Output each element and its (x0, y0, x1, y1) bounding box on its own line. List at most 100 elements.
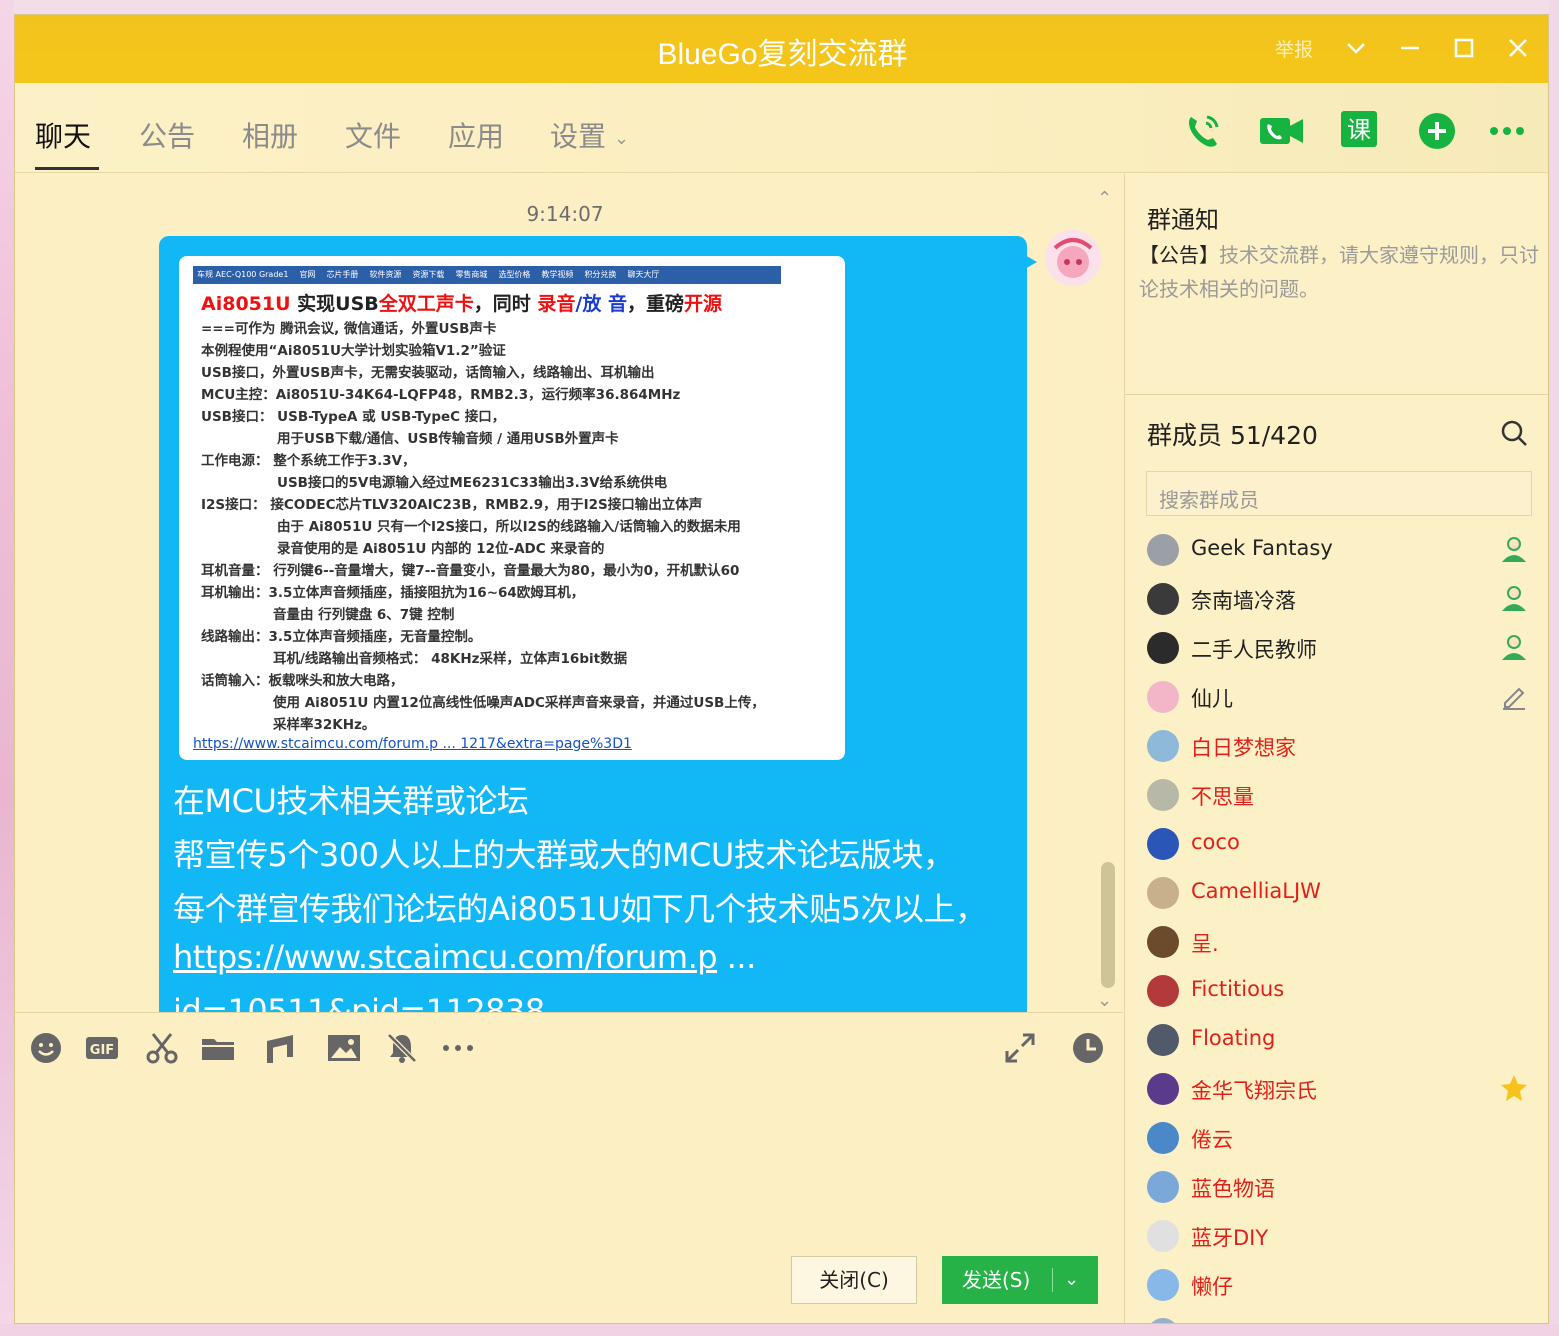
member-name: 不思量 (1191, 785, 1254, 809)
message-link-line[interactable]: https://www.stcaimcu.com/forum.p ... (173, 938, 756, 976)
tab-album[interactable]: 相册 (242, 115, 298, 155)
preview-text-line: 线路输出：3.5立体声音频插座，无音量控制。 (201, 629, 482, 645)
preview-text-line: 耳机音量： 行列键6--音量增大，键7--音量变小，音量最大为80，最小为0，开… (201, 563, 740, 579)
member-list-item[interactable]: 呈. (1147, 922, 1547, 962)
preview-text-line: 使用 Ai8051U 内置12位高线性低噪声ADC采样声音来录音，并通过USB上… (273, 695, 765, 711)
member-list-item[interactable]: 蓝牙DIY (1147, 1216, 1547, 1256)
tab-apps[interactable]: 应用 (448, 115, 504, 155)
avatar[interactable] (1147, 730, 1179, 762)
member-list-item[interactable]: 蓝色物语 (1147, 1167, 1547, 1207)
video-call-icon[interactable] (1259, 111, 1303, 151)
avatar[interactable] (1147, 1269, 1179, 1301)
lesson-icon[interactable]: 课 (1341, 111, 1381, 151)
avatar[interactable] (1045, 230, 1101, 286)
search-icon[interactable] (1499, 418, 1529, 448)
nav-item: 零售商城 (455, 270, 488, 279)
preview-text-line: 本例程使用“Ai8051U大学计划实验箱V1.2”验证 (201, 343, 506, 359)
emoji-icon[interactable] (29, 1031, 63, 1065)
avatar[interactable] (1147, 632, 1179, 664)
avatar[interactable] (1147, 583, 1179, 615)
phone-icon[interactable] (1183, 111, 1223, 151)
avatar[interactable] (1147, 975, 1179, 1007)
scroll-down-icon[interactable]: ⌄ (1097, 990, 1112, 1011)
send-button[interactable]: 发送(S) ⌄ (942, 1256, 1098, 1304)
member-list-item[interactable]: 仙儿 (1147, 677, 1547, 717)
add-app-icon[interactable] (1417, 111, 1457, 151)
message-input[interactable]: 关闭(C) 发送(S) ⌄ (15, 1082, 1123, 1323)
message-link-line[interactable]: id=10511&pid=112838 (173, 992, 545, 1012)
avatar[interactable] (1147, 1171, 1179, 1203)
music-icon[interactable] (263, 1031, 297, 1065)
tab-files[interactable]: 文件 (345, 115, 401, 155)
close-button[interactable]: 关闭(C) (791, 1256, 917, 1304)
preview-text-line: 音量由 行列键盘 6、7键 控制 (273, 607, 455, 623)
title-bar[interactable]: BlueGo复刻交流群 举报 (15, 15, 1548, 83)
group-notice[interactable]: 【公告】技术交流群，请大家遵守规则，只讨论技术相关的问题。 (1139, 238, 1539, 306)
button-separator (1052, 1268, 1053, 1292)
message-bubble[interactable]: 车规 AEC-Q100 Grade1 官网 芯片手册 软件资源 资源下载 零售商… (159, 236, 1027, 1012)
member-list-item[interactable]: 白日梦想家 (1147, 726, 1547, 766)
message-link[interactable]: https://www.stcaimcu.com/forum.p (173, 938, 718, 976)
member-list-item[interactable]: 奈南墙冷落 (1147, 579, 1547, 619)
maximize-icon[interactable] (1449, 33, 1479, 63)
message-text-line: 在MCU技术相关群或论坛 (173, 782, 529, 820)
chat-message-area[interactable]: 9:14:07 车规 AEC-Q100 Grade1 官网 芯片手册 软件资源 … (15, 174, 1123, 1012)
avatar[interactable] (1147, 828, 1179, 860)
member-name: 懒仔 (1191, 1275, 1233, 1299)
mute-bell-icon[interactable] (385, 1031, 419, 1065)
close-icon[interactable] (1503, 33, 1533, 63)
preview-title: Ai8051U 实现USB全双工声卡，同时 录音/放 音，重磅开源 (201, 293, 723, 315)
member-list-item[interactable]: 金华飞翔宗氏 (1147, 1069, 1547, 1109)
scroll-up-icon[interactable]: ⌃ (1097, 188, 1112, 209)
avatar[interactable] (1147, 1073, 1179, 1105)
member-name: 蓝色物语 (1191, 1177, 1275, 1201)
member-list-item[interactable]: 二手人民教师 (1147, 628, 1547, 668)
member-list-item[interactable]: Geek Fantasy (1147, 530, 1547, 570)
avatar[interactable] (1147, 1220, 1179, 1252)
active-tab-indicator (35, 167, 99, 170)
message-text-line: 帮宣传5个300人以上的大群或大的MCU技术论坛版块， (173, 836, 955, 874)
composer-toolbar: GIF (15, 1012, 1123, 1082)
more-icon[interactable] (1487, 111, 1527, 151)
member-list-item[interactable]: 萝卜 (1147, 1314, 1547, 1323)
group-chat-window: BlueGo复刻交流群 举报 聊天 公告 相册 文件 应用 设置 ⌄ 课 9:1… (14, 14, 1549, 1324)
chat-scrollbar[interactable] (1101, 862, 1115, 988)
avatar[interactable] (1147, 1024, 1179, 1056)
member-list-item[interactable]: 倦云 (1147, 1118, 1547, 1158)
member-list-item[interactable]: Floating (1147, 1020, 1547, 1060)
expand-icon[interactable] (1003, 1031, 1037, 1065)
avatar[interactable] (1147, 1318, 1179, 1323)
member-list-item[interactable]: Fictitious (1147, 971, 1547, 1011)
more-dots-icon[interactable] (441, 1031, 475, 1065)
scissors-icon[interactable] (145, 1031, 179, 1065)
avatar[interactable] (1147, 534, 1179, 566)
report-button[interactable]: 举报 (1275, 35, 1313, 62)
image-icon[interactable] (327, 1031, 361, 1065)
minimize-icon[interactable] (1395, 33, 1425, 63)
history-clock-icon[interactable] (1071, 1031, 1105, 1065)
tab-chat[interactable]: 聊天 (35, 115, 91, 155)
avatar[interactable] (1147, 681, 1179, 713)
gif-icon[interactable]: GIF (85, 1031, 119, 1065)
preview-link[interactable]: https://www.stcaimcu.com/forum.p ... 121… (193, 736, 632, 752)
avatar[interactable] (1147, 1122, 1179, 1154)
member-list-item[interactable]: 懒仔 (1147, 1265, 1547, 1305)
chevron-down-icon[interactable] (1341, 33, 1371, 63)
avatar[interactable] (1147, 779, 1179, 811)
nav-item: 芯片手册 (326, 270, 359, 279)
folder-icon[interactable] (201, 1031, 235, 1065)
send-options-chevron-icon[interactable]: ⌄ (1064, 1256, 1079, 1304)
avatar[interactable] (1147, 926, 1179, 958)
member-list-item[interactable]: 不思量 (1147, 775, 1547, 815)
nav-item: 选型价格 (498, 270, 531, 279)
bubble-tail (1023, 254, 1037, 270)
avatar[interactable] (1147, 877, 1179, 909)
link-preview-card[interactable]: 车规 AEC-Q100 Grade1 官网 芯片手册 软件资源 资源下载 零售商… (179, 256, 845, 760)
tab-settings[interactable]: 设置 ⌄ (550, 115, 629, 155)
desktop-background (1549, 0, 1559, 1336)
member-search-input[interactable]: 搜索群成员 (1146, 471, 1532, 516)
desktop-background (0, 0, 1559, 14)
member-list-item[interactable]: CamelliaLJW (1147, 873, 1547, 913)
member-list-item[interactable]: coco (1147, 824, 1547, 864)
tab-announcement[interactable]: 公告 (139, 115, 195, 155)
